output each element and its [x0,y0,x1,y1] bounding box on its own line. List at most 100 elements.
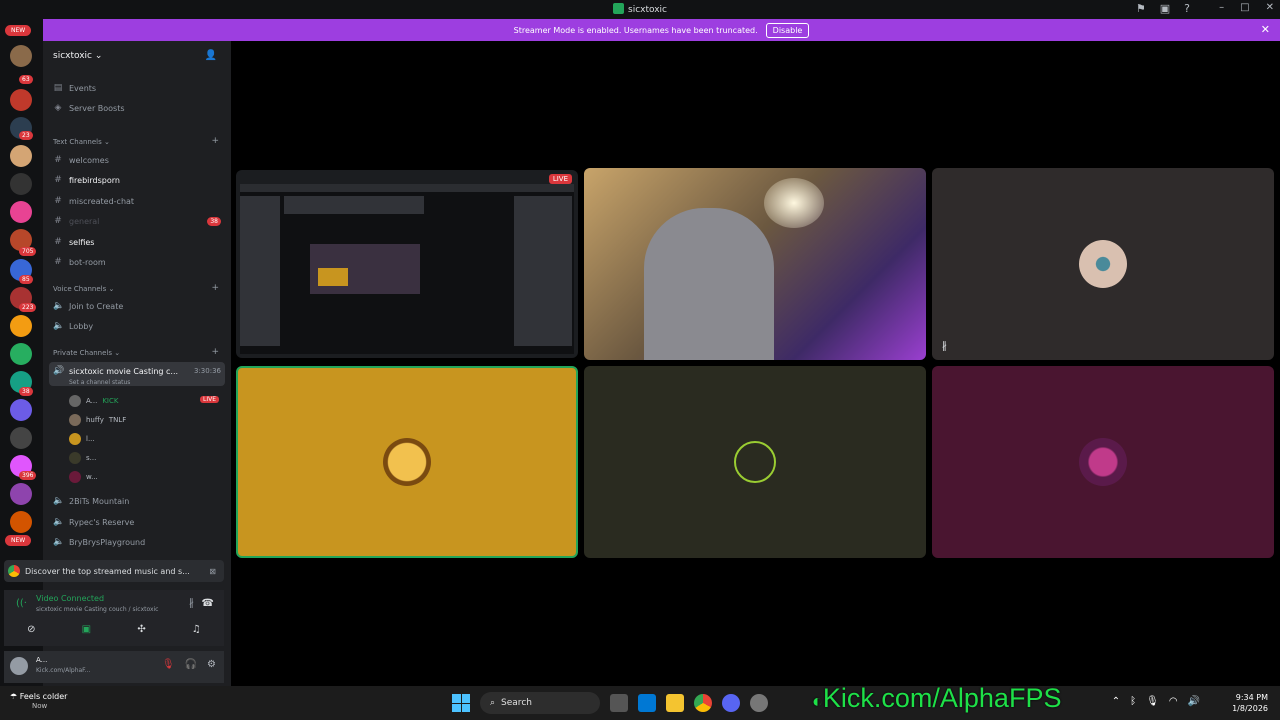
channel-welcomes[interactable]: # welcomes [53,155,109,165]
voice-brybrysplayground[interactable]: 🔈 BryBrysPlayground [53,537,145,547]
maximize-button[interactable]: □ [1240,2,1249,13]
server-icon[interactable] [10,427,32,449]
close-banner-icon[interactable]: ✕ [1261,23,1270,36]
channel-general[interactable]: # general [53,216,99,226]
file-explorer-icon[interactable] [666,694,684,712]
add-channel-icon[interactable]: + [211,347,219,357]
participant-tile[interactable] [584,366,926,558]
category-private-channels[interactable]: Private Channels ⌄ [53,349,120,357]
bluetooth-icon[interactable]: ᛒ [1130,696,1136,707]
new-pill[interactable]: NEW [5,535,32,546]
channel-miscreated-chat[interactable]: # miscreated-chat [53,196,134,206]
voice-rypecs-reserve[interactable]: 🔈 Rypec's Reserve [53,517,134,527]
server-icon[interactable] [10,173,32,195]
voice-lobby[interactable]: 🔈 Lobby [53,321,93,331]
noise-suppression-icon[interactable]: ∦ [189,598,194,609]
add-channel-icon[interactable]: + [211,136,219,146]
server-icon[interactable] [10,145,32,167]
lamp-glow [764,178,824,228]
volume-icon[interactable]: 🔊 [1188,696,1200,707]
camera-off-icon[interactable]: ⊘ [27,624,35,635]
weather-widget[interactable]: ☂ Feels colder Now [10,692,67,710]
minimize-button[interactable]: – [1219,2,1224,13]
headphones-icon[interactable]: 🎧 [185,659,197,670]
category-text-channels[interactable]: Text Channels ⌄ [53,138,110,146]
server-icon[interactable] [10,399,32,421]
live-badge: LIVE [548,174,572,184]
channel-status[interactable]: Set a channel status [69,379,130,386]
voice-channel-path[interactable]: sicxtoxic movie Casting couch / sicxtoxi… [36,606,158,613]
pin-icon[interactable]: ⚑ [1136,2,1146,15]
inbox-icon[interactable]: ▣ [1160,2,1170,15]
store-icon[interactable] [638,694,656,712]
user-name[interactable]: A... [36,656,47,664]
disconnect-icon[interactable]: ☎ [202,598,214,609]
chrome-icon[interactable] [694,694,712,712]
gear-icon[interactable]: ⚙ [207,659,216,670]
server-icon[interactable] [10,511,32,533]
participant-tile[interactable] [932,366,1274,558]
signal-icon[interactable]: ((· [16,598,27,609]
voice-2bits-mountain[interactable]: 🔈 2BiTs Mountain [53,496,129,506]
server-icon[interactable] [10,343,32,365]
search-icon: ⌕ [490,698,496,708]
participant-tile[interactable]: ∦ [932,168,1274,360]
streamer-mode-banner: Streamer Mode is enabled. Usernames have… [43,19,1280,41]
channel-selfies[interactable]: # selfies [53,237,94,247]
server-icon[interactable] [10,483,32,505]
channel-label: firebirdsporn [69,175,120,185]
close-button[interactable]: ✕ [1266,2,1274,13]
member-name: w... [86,473,98,481]
soundboard-icon[interactable]: ♫ [192,624,201,635]
mute-icon[interactable]: 🎙 [162,659,175,670]
voice-status[interactable]: Video Connected [36,594,104,603]
add-channel-icon[interactable]: + [211,283,219,293]
server-icon[interactable] [10,89,32,111]
voice-active-name[interactable]: 🔊 sicxtoxic movie Casting c... [53,366,178,376]
window-title-text: sicxtoxic [628,5,667,15]
nav-events[interactable]: ▤ Events [53,83,96,93]
avatar[interactable] [10,657,28,675]
webcam-tile[interactable] [584,168,926,360]
member-tag: TNLF [108,416,127,424]
category-voice-channels[interactable]: Voice Channels ⌄ [53,285,114,293]
voice-member[interactable]: w... [69,471,98,483]
server-icon[interactable] [10,201,32,223]
server-icon[interactable] [10,315,32,337]
screenshare-tile[interactable]: LIVE [236,170,578,358]
voice-member[interactable]: s... [69,452,96,464]
steam-icon[interactable] [750,694,768,712]
voice-join-to-create[interactable]: 🔈 Join to Create [53,301,123,311]
voice-member[interactable]: A... KICK [69,395,118,407]
category-label: Voice Channels [53,285,107,293]
windows-start-icon[interactable] [452,694,470,712]
voice-member[interactable]: huffy TNLF [69,414,126,426]
speaker-icon: 🔈 [53,301,65,311]
task-view-icon[interactable] [610,694,628,712]
activities-icon[interactable]: ✣ [137,624,145,635]
server-badge: 223 [19,303,37,312]
channel-firebirdsporn[interactable]: # firebirdsporn [53,175,120,185]
clock[interactable]: 9:34 PM 1/8/2026 [1232,692,1268,714]
voice-member[interactable]: l... [69,433,95,445]
participant-avatar [1079,240,1127,288]
channel-bot-room[interactable]: # bot-room [53,257,105,267]
participant-tile-speaking[interactable] [236,366,578,558]
taskbar-search[interactable]: ⌕ Search [480,692,600,714]
help-icon[interactable]: ? [1184,2,1190,15]
server-header[interactable]: sicxtoxic ⌄ 👤 [43,41,231,71]
server-name[interactable]: sicxtoxic [53,51,92,61]
new-pill[interactable]: NEW [5,25,32,36]
nav-server-boosts[interactable]: ◈ Server Boosts [53,103,125,113]
discord-icon[interactable] [722,694,740,712]
dismiss-icon[interactable]: ⊠ [209,567,216,576]
add-member-icon[interactable]: 👤 [205,50,217,61]
chevron-up-icon[interactable]: ⌃ [1112,696,1120,707]
activity-notice[interactable]: Discover the top streamed music and s...… [4,560,224,582]
mic-icon[interactable]: 🎙 [1146,696,1159,707]
screen-share-icon[interactable]: ▣ [82,624,91,635]
disable-streamer-mode-button[interactable]: Disable [765,22,810,38]
wifi-icon[interactable]: ◠ [1169,696,1178,707]
server-icon[interactable] [10,45,32,67]
user-status[interactable]: Kick.com/AlphaF... [36,667,90,674]
